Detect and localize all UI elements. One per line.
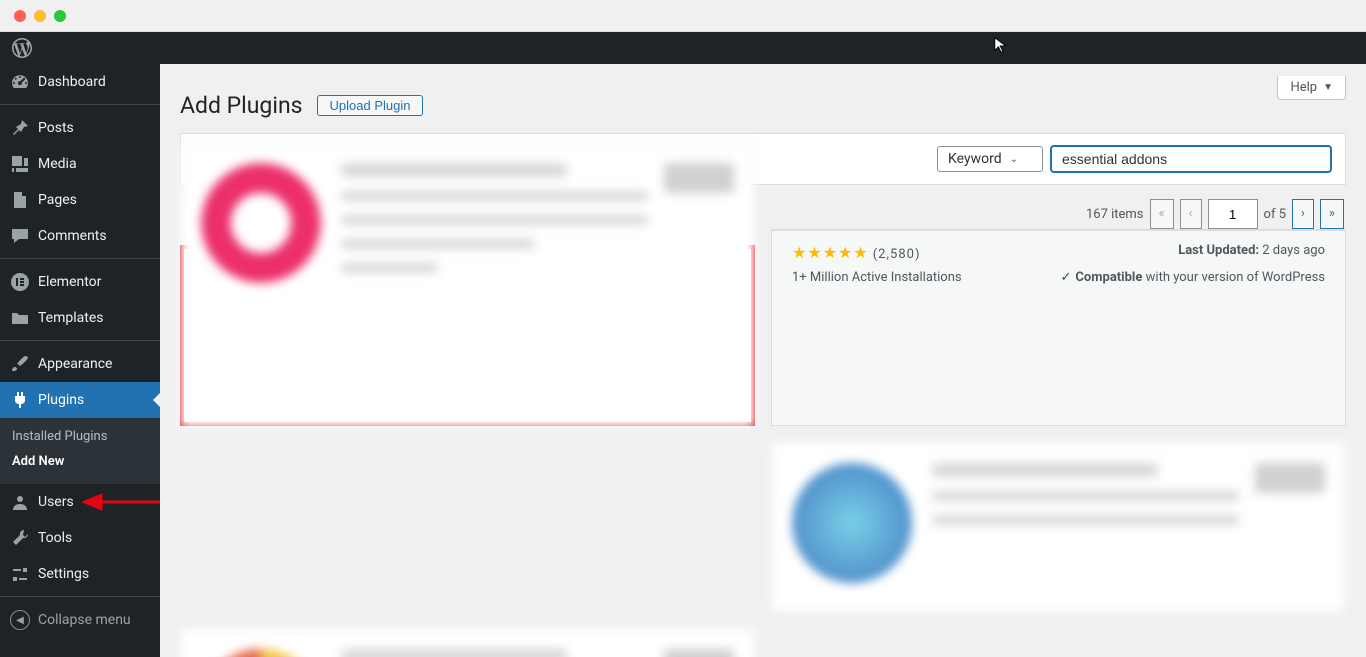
page-prev-button[interactable]: ‹ [1180,199,1202,229]
help-tab[interactable]: Help ▼ [1277,76,1346,100]
page-number-input[interactable] [1208,199,1258,229]
sidebar-label: Templates [38,310,104,326]
wp-admin-bar [0,32,1366,64]
sidebar-item-dashboard[interactable]: Dashboard [0,64,160,100]
sidebar-item-users[interactable]: Users [0,484,160,520]
wrench-icon [10,528,30,548]
sidebar-item-media[interactable]: Media [0,146,160,182]
macos-window-chrome [0,0,1366,32]
brush-icon [10,354,30,374]
plugin-compatibility: ✓ Compatible with your version of WordPr… [1059,270,1326,285]
sidebar-label: Comments [38,228,107,244]
sidebar-item-posts[interactable]: Posts [0,110,160,146]
minimize-window-icon[interactable] [34,10,46,22]
sidebar-item-plugins[interactable]: Plugins [0,382,160,418]
check-icon: ✓ [1061,270,1072,285]
pagination-count: 167 items [1086,207,1144,222]
plugin-active-installs: 1+ Million Active Installations [792,270,1059,285]
wordpress-logo-icon[interactable] [12,38,32,58]
user-icon [10,492,30,512]
close-window-icon[interactable] [14,10,26,22]
sidebar-item-settings[interactable]: Settings [0,556,160,592]
elementor-icon [10,272,30,292]
chevron-down-icon: ▼ [1323,82,1333,93]
sidebar-label: Tools [38,530,72,546]
last-updated-value: 2 days ago [1262,243,1325,258]
submenu-installed-plugins[interactable]: Installed Plugins [0,424,160,449]
search-type-select[interactable]: Keyword ⌄ [937,146,1043,172]
chevron-down-icon: ⌄ [1010,154,1018,165]
sidebar-item-elementor[interactable]: Elementor [0,264,160,300]
sidebar-label: Settings [38,566,89,582]
plugin-last-updated: Last Updated: 2 days ago [1059,243,1326,262]
sidebar-label: Appearance [38,356,112,372]
upload-plugin-button[interactable]: Upload Plugin [317,95,424,116]
page-icon [10,190,30,210]
traffic-lights [14,10,66,22]
plugin-search-input[interactable] [1051,146,1331,172]
maximize-window-icon[interactable] [54,10,66,22]
collapse-icon: ◀ [10,610,30,630]
media-icon [10,154,30,174]
page-first-button[interactable]: « [1150,199,1174,229]
plugin-card-footer: ★★★★★(2,580) Last Updated: 2 days ago 1+… [771,229,1346,426]
sidebar-item-appearance[interactable]: Appearance [0,346,160,382]
page-next-button[interactable]: › [1292,199,1314,229]
sidebar-item-pages[interactable]: Pages [0,182,160,218]
plugin-card-blurred [180,142,755,428]
collapse-label: Collapse menu [38,612,131,628]
rating-count: (2,580) [873,247,921,262]
page-last-button[interactable]: » [1320,199,1344,229]
plugin-icon [10,390,30,410]
help-label: Help [1290,80,1317,95]
sidebar-label: Media [38,156,77,172]
sidebar-item-comments[interactable]: Comments [0,218,160,254]
plugin-card-grid: Essential Addons for Elementor The Essen… [180,245,1346,657]
sidebar-item-tools[interactable]: Tools [0,520,160,556]
folder-icon [10,308,30,328]
sidebar-label: Users [38,494,74,510]
submenu-add-new[interactable]: Add New [0,449,160,474]
star-rating-icon: ★★★★★(2,580) [792,243,920,262]
sidebar-label: Elementor [38,274,101,290]
compat-strong: Compatible [1075,270,1142,285]
sidebar-item-templates[interactable]: Templates [0,300,160,336]
sliders-icon [10,564,30,584]
sidebar-label: Dashboard [38,74,106,90]
admin-sidebar: Dashboard Posts Media Pages Comments Ele… [0,32,160,657]
last-updated-label: Last Updated: [1178,243,1259,258]
sidebar-label: Plugins [38,392,84,408]
page-of-text: of 5 [1264,207,1286,222]
plugin-card-blurred [771,442,1346,612]
page-title: Add Plugins [180,92,303,119]
main-content: Help ▼ Add Plugins Upload Plugin Search … [160,32,1366,657]
sidebar-label: Posts [38,120,74,136]
compat-suffix: with your version of WordPress [1146,270,1325,285]
plugins-submenu: Installed Plugins Add New [0,418,160,484]
pin-icon [10,118,30,138]
plugin-card-blurred [180,628,755,657]
collapse-menu-button[interactable]: ◀ Collapse menu [0,602,160,638]
plugin-rating: ★★★★★(2,580) [792,243,1059,262]
mouse-cursor-annotation [993,36,1011,54]
page-heading-row: Add Plugins Upload Plugin [180,92,1346,119]
sidebar-label: Pages [38,192,77,208]
select-value: Keyword [948,151,1002,167]
dashboard-icon [10,72,30,92]
comment-icon [10,226,30,246]
